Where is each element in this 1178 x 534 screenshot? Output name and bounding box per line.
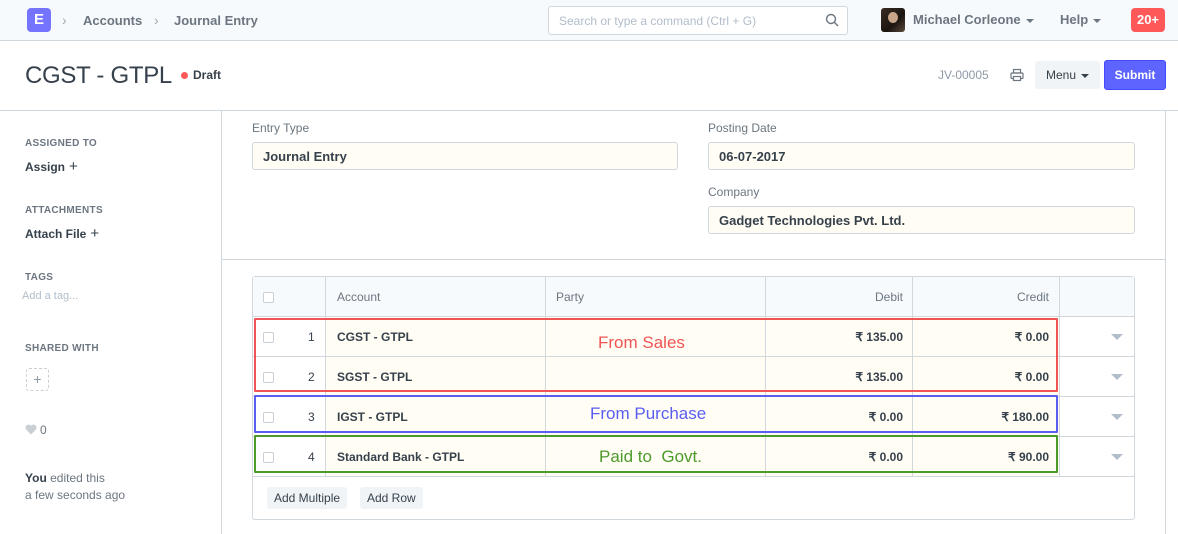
breadcrumb-journal-entry[interactable]: Journal Entry: [174, 13, 258, 28]
menu-button[interactable]: Menu: [1035, 61, 1100, 89]
column-separator: [1059, 277, 1060, 477]
entry-type-label: Entry Type: [252, 121, 310, 135]
form-sidebar: ASSIGNED TO Assign + ATTACHMENTS Attach F…: [0, 111, 222, 534]
annotation-text-sales: From Sales: [598, 333, 685, 352]
edited-time: a few seconds ago: [25, 488, 126, 502]
attach-file-link[interactable]: Attach File +: [25, 225, 99, 242]
row-expand-icon[interactable]: [1111, 414, 1123, 420]
help-label: Help: [1060, 12, 1089, 27]
search-input[interactable]: [549, 7, 809, 34]
caret-down-icon: [1081, 73, 1090, 78]
add-row-button[interactable]: Add Row: [360, 487, 423, 509]
caret-down-icon: [1093, 18, 1102, 23]
select-all-checkbox[interactable]: [263, 292, 274, 303]
help-menu[interactable]: Help: [1060, 12, 1102, 27]
annotation-text-purchase: From Purchase: [590, 404, 707, 423]
attachments-label: ATTACHMENTS: [25, 205, 103, 216]
print-icon[interactable]: [1010, 68, 1024, 82]
table-header: Account Party Debit Credit: [253, 277, 1134, 317]
add-multiple-button[interactable]: Add Multiple: [267, 487, 348, 509]
posting-date-label: Posting Date: [708, 121, 777, 135]
tags-label: TAGS: [25, 272, 54, 283]
submit-button[interactable]: Submit: [1104, 60, 1166, 90]
column-header-credit: Credit: [1016, 290, 1049, 304]
assign-link[interactable]: Assign +: [25, 158, 78, 175]
status-indicator-dot: [181, 72, 188, 79]
column-header-debit: Debit: [874, 290, 903, 304]
row-expand-icon[interactable]: [1111, 374, 1123, 380]
notifications-badge[interactable]: 20+: [1131, 8, 1165, 32]
entry-type-field[interactable]: [252, 142, 678, 170]
company-field[interactable]: [708, 206, 1135, 234]
user-name: Michael Corleone: [913, 12, 1021, 27]
page-title: CGST - GTPL: [25, 62, 172, 89]
caret-down-icon: [1025, 18, 1034, 23]
attach-file-label: Attach File: [25, 227, 87, 241]
add-share-button[interactable]: +: [26, 368, 49, 391]
heart-icon[interactable]: [25, 424, 37, 435]
shared-with-label: SHARED WITH: [25, 343, 99, 354]
column-header-party: Party: [556, 290, 585, 304]
annotation-text-govt: Paid to Govt.: [599, 447, 702, 466]
plus-icon: +: [69, 158, 78, 175]
edited-action: edited this: [50, 471, 105, 485]
posting-date-field[interactable]: [708, 142, 1135, 170]
menu-button-label: Menu: [1045, 68, 1077, 82]
add-tag-input[interactable]: Add a tag...: [22, 290, 78, 302]
annotation-box-sales: [254, 318, 1058, 392]
chevron-right-icon: ›: [154, 12, 159, 28]
like-count: 0: [40, 423, 47, 437]
assigned-to-label: ASSIGNED TO: [25, 138, 98, 149]
last-edited-info: You edited this a few seconds ago: [25, 470, 125, 504]
row-expand-icon[interactable]: [1111, 454, 1123, 460]
edited-by: You: [25, 471, 47, 485]
breadcrumb-accounts[interactable]: Accounts: [83, 13, 142, 28]
avatar[interactable]: [881, 8, 905, 32]
plus-icon: +: [90, 225, 100, 242]
column-header-account: Account: [337, 290, 381, 304]
section-divider: [222, 259, 1166, 260]
row-expand-icon[interactable]: [1111, 334, 1123, 340]
app-logo[interactable]: E: [27, 8, 51, 32]
page-head: CGST - GTPL Draft JV-00005 Menu Submit: [0, 41, 1178, 111]
navbar: E › Accounts › Journal Entry Michael Cor…: [0, 0, 1178, 41]
document-name: JV-00005: [938, 68, 989, 82]
company-label: Company: [708, 185, 760, 199]
assign-link-label: Assign: [25, 160, 66, 174]
search-bar: [548, 6, 848, 35]
chevron-right-icon: ›: [62, 12, 67, 28]
status-badge: Draft: [193, 68, 222, 82]
user-menu[interactable]: Michael Corleone: [913, 12, 1034, 27]
search-icon[interactable]: [825, 13, 839, 27]
